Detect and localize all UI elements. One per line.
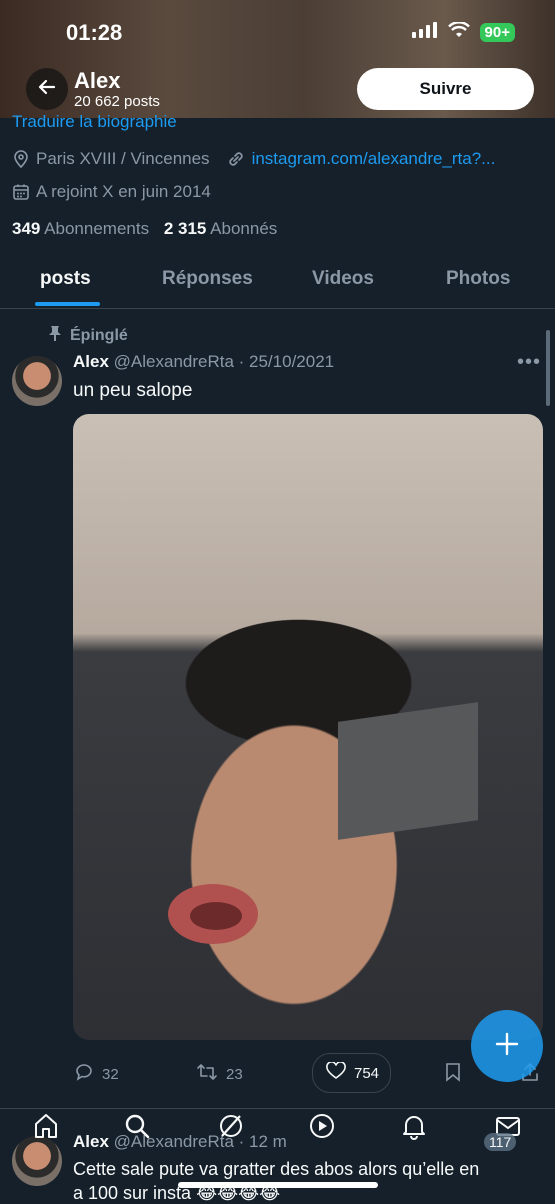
repost-button[interactable]: 23 <box>196 1062 243 1086</box>
link-icon <box>226 149 246 169</box>
back-arrow-icon <box>37 77 57 102</box>
post-text: un peu salope <box>73 380 193 401</box>
following-link[interactable]: 349 Abonnements <box>12 219 149 238</box>
profile-meta-row: Paris XVIII / Vincennes instagram.com/al… <box>12 149 495 169</box>
reply-icon <box>74 1062 94 1086</box>
followers-label: Abonnés <box>210 219 278 238</box>
heart-icon <box>326 1061 346 1084</box>
follow-button[interactable]: Suivre <box>357 68 534 110</box>
like-button[interactable]: 754 <box>326 1061 380 1084</box>
bookmark-icon <box>444 1062 462 1086</box>
active-tab-indicator <box>35 302 100 306</box>
calendar-icon <box>12 183 30 201</box>
bell-icon[interactable] <box>400 1112 428 1145</box>
more-options-icon[interactable]: ••• <box>517 351 541 374</box>
status-time: 01:28 <box>66 20 123 45</box>
tab-videos[interactable]: Videos <box>312 268 374 290</box>
status-icons: 90+ <box>411 21 515 43</box>
bottom-navigation <box>0 1108 555 1142</box>
repost-count: 23 <box>226 1065 243 1083</box>
follow-counts: 349 Abonnements 2 315 Abonnés <box>12 219 277 239</box>
pinned-post-header: Alex @AlexandreRta · 25/10/2021 <box>73 352 334 372</box>
followers-link[interactable]: 2 315 Abonnés <box>164 219 277 238</box>
pinned-label: Épinglé <box>70 326 128 344</box>
back-button[interactable] <box>26 68 68 110</box>
search-icon[interactable] <box>123 1112 151 1145</box>
compose-button[interactable] <box>471 1010 543 1082</box>
tab-replies[interactable]: Réponses <box>162 268 253 290</box>
home-indicator[interactable] <box>178 1182 378 1188</box>
tab-posts[interactable]: posts <box>40 268 91 290</box>
website-link[interactable]: instagram.com/alexandre_rta?... <box>252 149 496 169</box>
header-posts-count: 20 662 posts <box>74 93 160 110</box>
battery-indicator: 90+ <box>479 23 515 42</box>
post-image[interactable] <box>73 414 543 1040</box>
reply-count: 32 <box>102 1065 119 1083</box>
followers-count: 2 315 <box>163 219 207 238</box>
post-handle-date: @AlexandreRta · 25/10/2021 <box>113 352 335 371</box>
joined-text: A rejoint X en juin 2014 <box>36 182 211 201</box>
following-count: 349 <box>12 219 41 238</box>
post-author[interactable]: Alex <box>73 352 109 371</box>
pinned-indicator: Épinglé <box>48 325 128 346</box>
header-name: Alex <box>74 68 121 93</box>
location-text: Paris XVIII / Vincennes <box>36 149 210 168</box>
avatar[interactable] <box>12 356 62 406</box>
location-icon <box>12 150 30 168</box>
reply-count-badge: 117 <box>484 1133 517 1151</box>
tab-photos[interactable]: Photos <box>446 268 510 290</box>
signal-icon <box>411 22 438 43</box>
bookmark-button[interactable] <box>444 1062 462 1086</box>
translate-bio-link[interactable]: Traduire la biographie <box>12 112 177 132</box>
like-count: 754 <box>354 1064 380 1082</box>
post-actions: 32 23 754 <box>0 1060 555 1090</box>
following-label: Abonnements <box>44 219 150 238</box>
scrollbar[interactable] <box>546 330 550 406</box>
mouth-shape <box>168 884 258 944</box>
repost-icon <box>196 1062 218 1086</box>
joined-row: A rejoint X en juin 2014 <box>12 182 211 202</box>
profile-tabs: posts Réponses Videos Photos <box>0 262 555 309</box>
second-post-text-line1: Cette sale pute va gratter des abos alor… <box>73 1159 480 1179</box>
wall-frame-shape <box>338 702 478 840</box>
home-icon[interactable] <box>32 1112 60 1145</box>
play-icon[interactable] <box>308 1112 336 1145</box>
wifi-icon <box>447 21 470 43</box>
reply-button[interactable]: 32 <box>74 1062 119 1086</box>
pin-icon <box>48 325 62 346</box>
grok-icon[interactable] <box>217 1112 245 1145</box>
plus-icon <box>494 1031 520 1062</box>
